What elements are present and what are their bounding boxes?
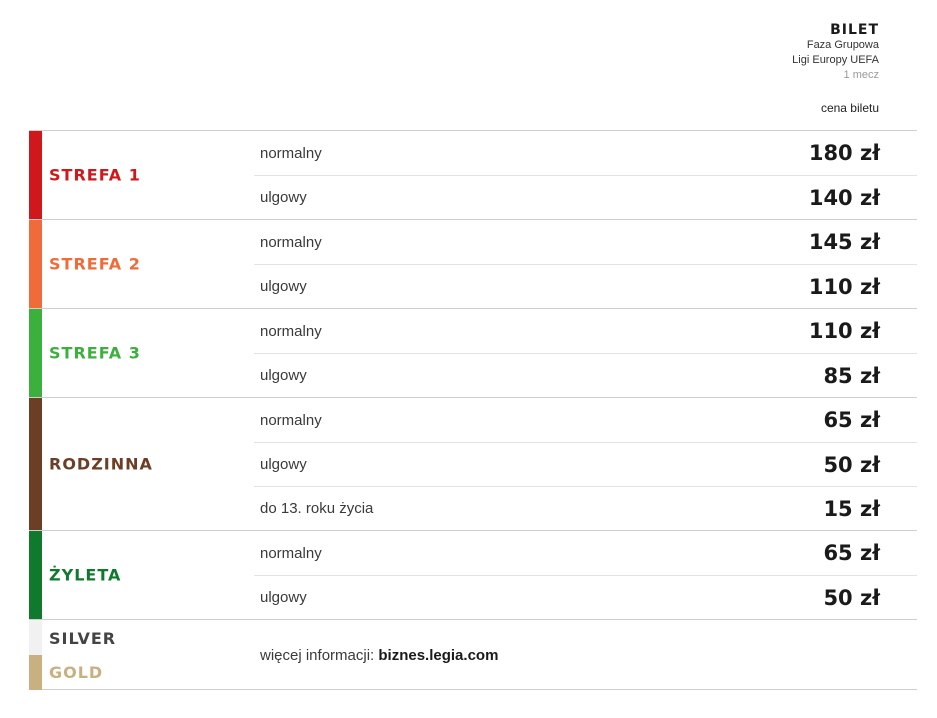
more-info-prefix: więcej informacji: [260,647,375,664]
price-row: normalny 145 zł [254,220,917,264]
ticket-price: 140 zł [808,185,880,210]
price-row: ulgowy 85 zł [254,353,917,397]
ticket-type: ulgowy [260,589,307,606]
price-row: ulgowy 110 zł [254,264,917,308]
ticket-type: normalny [260,544,322,562]
ticket-type: do 13. roku życia [260,500,374,517]
ticket-type: normalny [260,322,322,340]
zone-color-bar [29,131,42,219]
more-info-text: więcej informacji: biznes.legia.com [260,647,498,664]
price-row: do 13. roku życia 15 zł [254,486,917,530]
ticket-price: 180 zł [808,141,880,165]
ticket-type: ulgowy [260,278,307,295]
ticket-type: ulgowy [260,189,307,206]
ticket-price: 110 zł [808,319,880,343]
zone-color-bar [29,309,42,397]
price-table: STREFA 1 normalny 180 zł ulgowy 140 zł STREFA… [29,130,917,690]
header-phase: Faza Grupowa [806,39,879,51]
ticket-price: 65 zł [823,541,880,565]
zone-section: STREFA 2 normalny 145 zł ulgowy 110 zł [29,219,917,308]
zone-section: RODZINNA normalny 65 zł ulgowy 50 zł do 13. r… [29,397,917,530]
zone-color-bar [29,220,42,308]
zone-section: STREFA 3 normalny 110 zł ulgowy 85 zł [29,308,917,397]
zone-name: ŻYLETA [49,565,122,585]
ticket-price: 65 zł [823,408,880,432]
zone-color-bar [29,398,42,530]
ticket-type: normalny [260,144,322,162]
zone-name: STREFA 2 [49,254,141,274]
zone-name: STREFA 3 [49,343,141,363]
ticket-price: 110 zł [808,274,880,299]
header-competition: Ligi Europy UEFA [792,54,879,66]
ticket-header: BILET Faza Grupowa Ligi Europy UEFA 1 me… [792,22,879,83]
ticket-type: ulgowy [260,456,307,473]
ticket-price: 50 zł [823,452,880,477]
zone-section: ŻYLETA normalny 65 zł ulgowy 50 zł [29,530,917,619]
price-row: ulgowy 50 zł [254,442,917,486]
price-row: ulgowy 140 zł [254,175,917,219]
ticket-title: BILET [830,22,879,38]
ticket-price: 50 zł [823,585,880,610]
zone-name: RODZINNA [49,454,153,474]
ticket-type: normalny [260,233,322,251]
ticket-type: normalny [260,411,322,429]
ticket-price: 145 zł [808,230,880,254]
zone-section: STREFA 1 normalny 180 zł ulgowy 140 zł [29,130,917,219]
gold-color-bar [29,655,42,690]
price-row: ulgowy 50 zł [254,575,917,619]
zone-name-gold: GOLD [49,663,104,682]
price-row: normalny 65 zł [254,398,917,442]
zone-color-bar [29,531,42,619]
zone-name-silver: SILVER [49,629,117,648]
price-row: normalny 65 zł [254,531,917,575]
silver-color-bar [29,620,42,655]
ticket-price: 85 zł [823,363,880,388]
ticket-price: 15 zł [823,496,880,521]
business-zones-section: SILVER GOLD więcej informacji: biznes.le… [29,619,917,690]
more-info-link[interactable]: biznes.legia.com [378,647,498,664]
zone-name: STREFA 1 [49,165,141,185]
price-row: normalny 110 zł [254,309,917,353]
price-column-label: cena biletu [820,101,879,115]
ticket-type: ulgowy [260,367,307,384]
price-row: normalny 180 zł [254,131,917,175]
header-match-count: 1 mecz [843,69,879,81]
